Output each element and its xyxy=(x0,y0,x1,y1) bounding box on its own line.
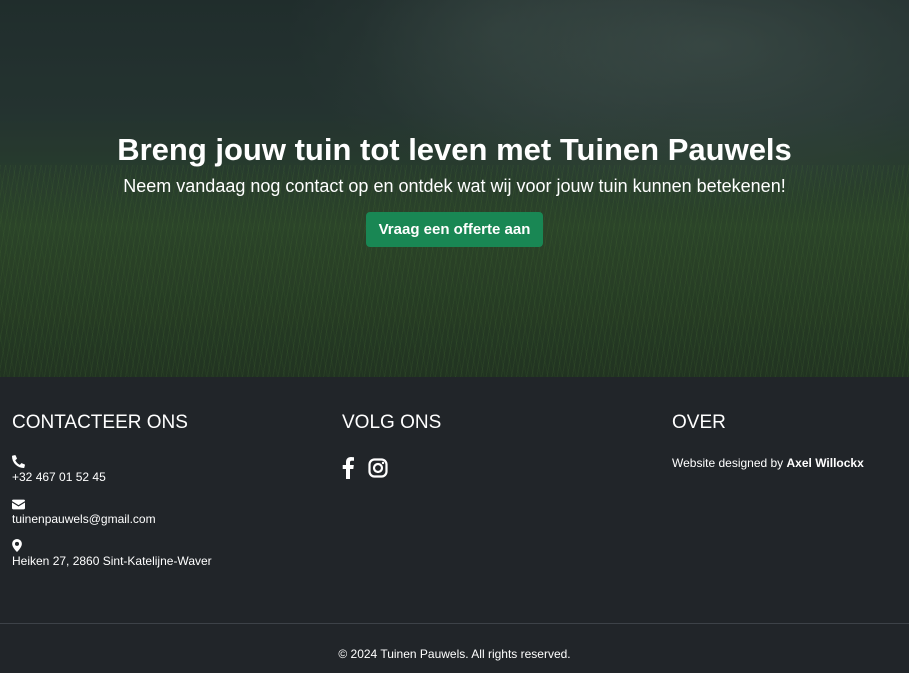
request-quote-button[interactable]: Vraag een offerte aan xyxy=(365,212,544,247)
follow-column: VOLG ONS xyxy=(342,413,441,484)
hero-content: Breng jouw tuin tot leven met Tuinen Pau… xyxy=(0,130,909,247)
copyright-text: © 2024 Tuinen Pauwels. All rights reserv… xyxy=(338,647,571,661)
social-icons xyxy=(342,457,441,484)
hero-title: Breng jouw tuin tot leven met Tuinen Pau… xyxy=(117,132,792,167)
footer-divider xyxy=(0,623,909,624)
envelope-icon xyxy=(12,497,26,511)
instagram-icon[interactable] xyxy=(368,458,388,483)
phone-item: +32 467 01 52 45 xyxy=(12,455,212,485)
about-text: Website designed by Axel Willockx xyxy=(672,456,864,470)
address-text: Heiken 27, 2860 Sint-Katelijne-Waver xyxy=(12,554,212,568)
about-title: OVER xyxy=(672,412,726,433)
contact-column: CONTACTEER ONS +32 467 01 52 45 tuinenpa… xyxy=(12,413,212,569)
phone-icon xyxy=(12,455,26,469)
email-item: tuinenpauwels@gmail.com xyxy=(12,497,212,527)
follow-title: VOLG ONS xyxy=(342,412,442,433)
hero-section: Breng jouw tuin tot leven met Tuinen Pau… xyxy=(0,0,909,377)
facebook-icon[interactable] xyxy=(342,457,354,484)
designer-name: Axel Willockx xyxy=(786,456,864,470)
email-link[interactable]: tuinenpauwels@gmail.com xyxy=(12,511,212,527)
address-item: Heiken 27, 2860 Sint-Katelijne-Waver xyxy=(12,539,212,569)
hero-subtitle: Neem vandaag nog contact op en ontdek wa… xyxy=(123,176,786,196)
footer: CONTACTEER ONS +32 467 01 52 45 tuinenpa… xyxy=(0,377,909,673)
phone-link[interactable]: +32 467 01 52 45 xyxy=(12,469,212,485)
map-marker-icon xyxy=(12,539,26,553)
contact-title: CONTACTEER ONS xyxy=(12,412,188,433)
designed-by-prefix: Website designed by xyxy=(672,456,787,470)
about-column: OVER Website designed by Axel Willockx xyxy=(672,412,864,471)
